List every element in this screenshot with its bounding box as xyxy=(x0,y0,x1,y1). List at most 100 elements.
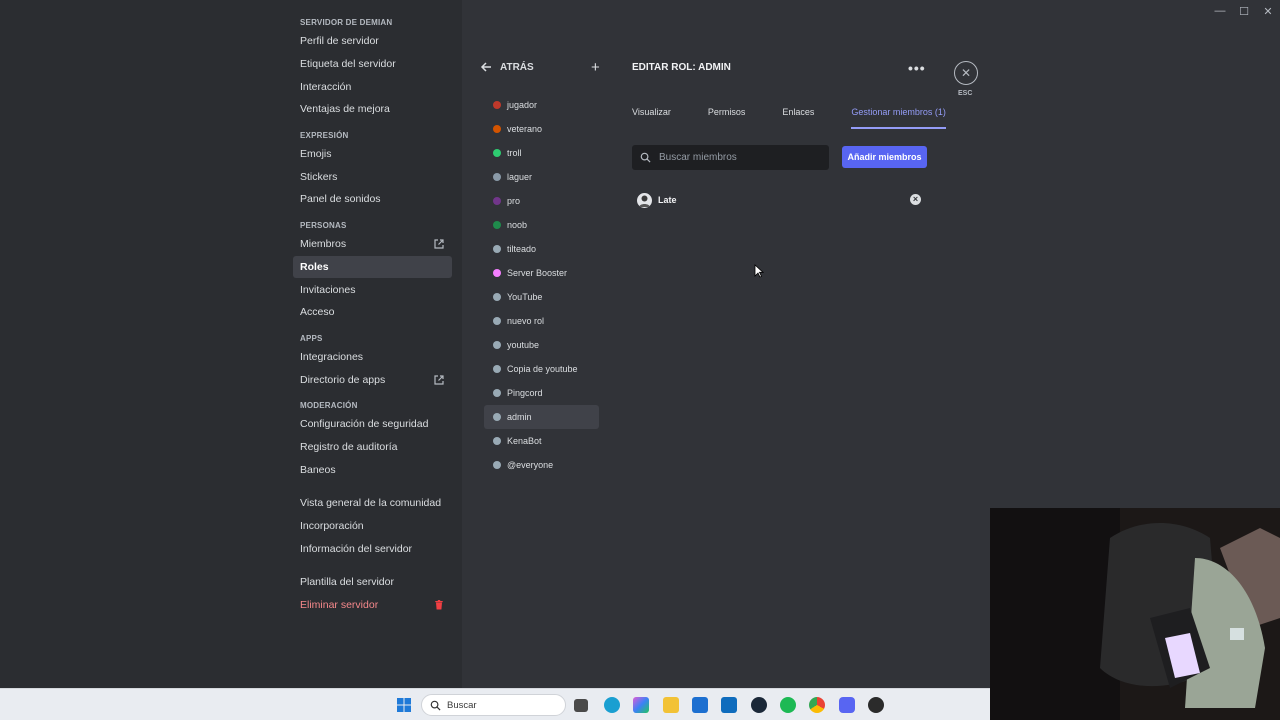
back-button[interactable]: ATRÁS xyxy=(480,61,534,73)
role-name: KenaBot xyxy=(507,436,542,446)
taskbar: Buscar xyxy=(0,688,990,720)
role-color-dot xyxy=(493,101,501,109)
sidebar-item[interactable]: Plantilla del servidor xyxy=(293,571,452,594)
sidebar-item[interactable]: Integraciones xyxy=(293,346,452,369)
external-link-icon xyxy=(434,374,444,385)
role-name: laguer xyxy=(507,172,533,182)
store-icon[interactable] xyxy=(692,697,708,713)
window-controls: — ☐ ✕ xyxy=(1208,0,1280,22)
sidebar-item[interactable]: Interacción xyxy=(293,75,452,98)
webcam-overlay xyxy=(990,508,1280,720)
role-name: Server Booster xyxy=(507,268,568,278)
role-item[interactable]: tilteado xyxy=(484,237,599,261)
role-color-dot xyxy=(493,389,501,397)
role-color-dot xyxy=(493,125,501,133)
sidebar-item[interactable]: Ventajas de mejora xyxy=(293,98,452,121)
sidebar-item[interactable]: Acceso xyxy=(293,301,452,324)
role-color-dot xyxy=(493,413,501,421)
sidebar-item-label: Miembros xyxy=(300,238,347,251)
close-icon[interactable]: ✕ xyxy=(954,61,978,85)
role-item[interactable]: KenaBot xyxy=(484,429,599,453)
editor-tab[interactable]: Visualizar xyxy=(632,107,671,129)
role-item[interactable]: laguer xyxy=(484,165,599,189)
maximize-icon[interactable]: ☐ xyxy=(1232,0,1256,22)
editor-tab[interactable]: Permisos xyxy=(708,107,746,129)
role-item[interactable]: veterano xyxy=(484,117,599,141)
sidebar-item[interactable]: Configuración de seguridad xyxy=(293,413,452,436)
member-search xyxy=(632,145,829,170)
role-name: Pingcord xyxy=(507,388,543,398)
sidebar-item[interactable]: Eliminar servidor xyxy=(293,594,452,617)
file-explorer-icon[interactable] xyxy=(663,697,679,713)
sidebar-item[interactable]: Baneos xyxy=(293,458,452,481)
role-color-dot xyxy=(493,149,501,157)
sidebar-item[interactable]: Emojis xyxy=(293,143,452,166)
windows-start-icon[interactable] xyxy=(396,697,412,713)
task-view-icon[interactable] xyxy=(574,699,588,712)
role-color-dot xyxy=(493,461,501,469)
search-icon xyxy=(430,700,441,711)
role-item[interactable]: YouTube xyxy=(484,285,599,309)
edge-icon[interactable] xyxy=(604,697,620,713)
role-item[interactable]: @everyone xyxy=(484,453,599,477)
sidebar-item-label: Directorio de apps xyxy=(300,373,386,386)
minimize-icon[interactable]: — xyxy=(1208,0,1232,22)
plus-icon[interactable]: + xyxy=(591,60,605,76)
search-input[interactable] xyxy=(659,152,819,163)
sidebar-item[interactable]: Información del servidor xyxy=(293,537,452,560)
taskbar-search[interactable]: Buscar xyxy=(421,694,566,716)
discord-icon[interactable] xyxy=(839,697,855,713)
mouse-cursor-icon xyxy=(754,264,764,278)
role-name: noob xyxy=(507,220,528,230)
sidebar-item[interactable]: Directorio de apps xyxy=(293,368,452,391)
role-item[interactable]: troll xyxy=(484,141,599,165)
add-members-button[interactable]: Añadir miembros xyxy=(842,146,927,168)
close-window-icon[interactable]: ✕ xyxy=(1256,0,1280,22)
role-item[interactable]: Server Booster xyxy=(484,261,599,285)
editor-tab[interactable]: Gestionar miembros (1) xyxy=(851,107,946,129)
sidebar-item-label: Incorporación xyxy=(300,520,364,533)
role-color-dot xyxy=(493,173,501,181)
spotify-icon[interactable] xyxy=(780,697,796,713)
sidebar-item[interactable]: Miembros xyxy=(293,233,452,256)
sidebar-separator xyxy=(293,481,452,492)
role-item[interactable]: Copia de youtube xyxy=(484,357,599,381)
role-item[interactable]: noob xyxy=(484,213,599,237)
trash-icon xyxy=(435,600,443,610)
esc-label: ESC xyxy=(958,90,973,97)
steam-icon[interactable] xyxy=(751,697,767,713)
role-color-dot xyxy=(493,317,501,325)
chrome-icon[interactable] xyxy=(809,697,825,713)
role-item[interactable]: youtube xyxy=(484,333,599,357)
sidebar-item-label: Plantilla del servidor xyxy=(300,576,394,589)
app-icon[interactable] xyxy=(868,697,884,713)
settings-sidebar: SERVIDOR DE DEMIAN Perfil de servidor Etiq… xyxy=(0,0,462,688)
role-item[interactable]: Pingcord xyxy=(484,381,599,405)
outlook-icon[interactable] xyxy=(721,697,737,713)
sidebar-item[interactable]: Panel de sonidos xyxy=(293,188,452,211)
sidebar-item-label: Invitaciones xyxy=(300,283,356,296)
editor-tab[interactable]: Enlaces xyxy=(782,107,814,129)
sidebar-item[interactable]: Incorporación xyxy=(293,515,452,538)
role-item[interactable]: jugador xyxy=(484,93,599,117)
sidebar-item-label: Vista general de la comunidad xyxy=(300,497,442,510)
role-name: youtube xyxy=(507,340,540,350)
sidebar-item-label: Roles xyxy=(300,260,329,273)
sidebar-item-label: Emojis xyxy=(300,148,332,161)
copilot-icon[interactable] xyxy=(633,697,649,713)
role-item[interactable]: admin xyxy=(484,405,599,429)
role-item[interactable]: pro xyxy=(484,189,599,213)
more-options-icon[interactable]: ••• xyxy=(908,60,926,76)
sidebar-item[interactable]: Perfil de servidor xyxy=(293,30,452,53)
sidebar-item[interactable]: Invitaciones xyxy=(293,278,452,301)
sidebar-item[interactable]: Stickers xyxy=(293,165,452,188)
role-item[interactable]: nuevo rol xyxy=(484,309,599,333)
sidebar-item[interactable]: Vista general de la comunidad xyxy=(293,492,452,515)
sidebar-item[interactable]: Roles xyxy=(293,255,452,279)
page-title: EDITAR ROL: ADMIN xyxy=(632,62,731,73)
sidebar-item[interactable]: Registro de auditoría xyxy=(293,436,452,459)
sidebar-item[interactable]: Etiqueta del servidor xyxy=(293,53,452,76)
remove-member-icon[interactable]: × xyxy=(910,194,921,205)
sidebar-section-header: MODERACIÓN xyxy=(300,400,358,410)
arrow-left-icon xyxy=(480,62,491,72)
